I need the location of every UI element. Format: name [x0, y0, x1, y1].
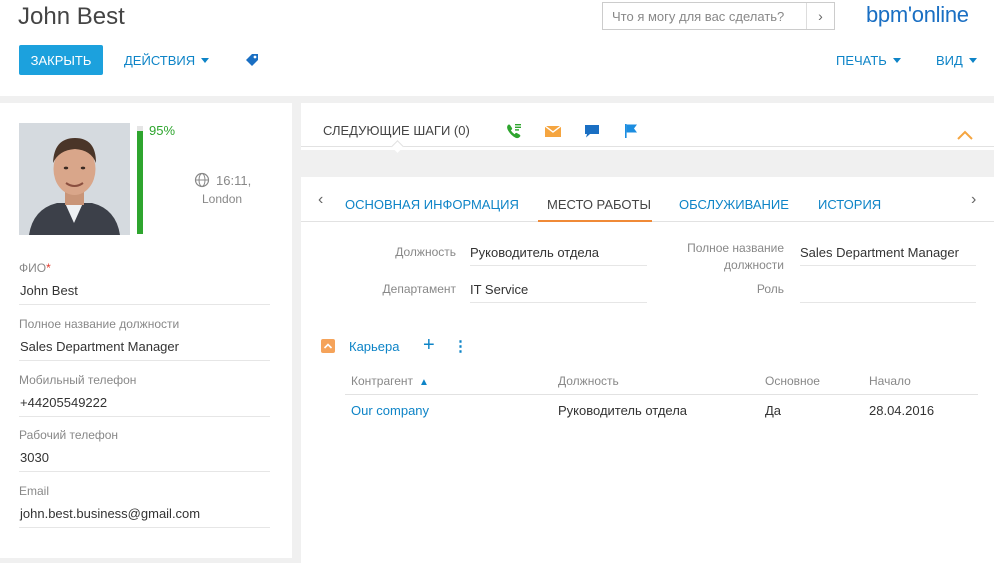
- chat-icon[interactable]: [583, 122, 601, 140]
- actions-label: ДЕЙСТВИЯ: [124, 52, 196, 68]
- caret-down-icon: [968, 57, 977, 63]
- caret-down-icon: [201, 57, 210, 63]
- tab-history[interactable]: ИСТОРИЯ: [818, 197, 881, 212]
- email-label: Email: [19, 484, 50, 498]
- column-header-position[interactable]: Должность: [558, 374, 619, 388]
- divider: [301, 146, 994, 147]
- full-title-label: Полное название должности: [656, 241, 784, 272]
- print-button[interactable]: ПЕЧАТЬ: [836, 45, 901, 75]
- full-name-field[interactable]: ФИО* John Best: [19, 261, 270, 305]
- next-steps-panel: СЛЕДУЮЩИЕ ШАГИ (0): [301, 103, 994, 170]
- profile-completeness-label[interactable]: 95%: [149, 123, 175, 138]
- job-title-label: Полное название должности: [19, 317, 180, 331]
- email-field[interactable]: Email john.best.business@gmail.com: [19, 484, 270, 528]
- work-phone-label: Рабочий телефон: [19, 428, 119, 442]
- search-placeholder: Что я могу для вас сделать?: [612, 8, 785, 24]
- more-vertical-icon[interactable]: ⋮: [453, 337, 468, 355]
- career-grid-header: Контрагент ▲ Должность Основное Начало: [345, 373, 978, 395]
- view-button[interactable]: ВИД: [936, 45, 977, 75]
- sort-ascending-icon: ▲: [419, 377, 429, 388]
- tab-service[interactable]: ОБСЛУЖИВАНИЕ: [679, 197, 789, 212]
- flag-icon[interactable]: [622, 122, 640, 140]
- full-name-value[interactable]: John Best: [19, 283, 270, 305]
- department-value[interactable]: IT Service: [470, 282, 647, 303]
- next-steps-title[interactable]: СЛЕДУЮЩИЕ ШАГИ (0): [323, 123, 470, 138]
- full-title-label-line2: должности: [724, 258, 784, 272]
- role-value[interactable]: [800, 282, 976, 303]
- call-icon[interactable]: [505, 122, 523, 140]
- local-time: 16:11,: [216, 173, 252, 188]
- required-mark: *: [46, 261, 51, 275]
- view-label: ВИД: [936, 52, 963, 68]
- tab-workplace[interactable]: МЕСТО РАБОТЫ: [547, 197, 651, 212]
- caret-down-icon: [892, 57, 901, 63]
- tabs-panel: ‹ ОСНОВНАЯ ИНФОРМАЦИЯ МЕСТО РАБОТЫ ОБСЛУ…: [301, 177, 994, 563]
- mobile-phone-value[interactable]: +44205549222: [19, 395, 270, 417]
- career-start-cell: 28.04.2016: [869, 403, 935, 418]
- role-label: Роль: [756, 282, 784, 296]
- tab-bar: ‹ ОСНОВНАЯ ИНФОРМАЦИЯ МЕСТО РАБОТЫ ОБСЛУ…: [301, 177, 994, 222]
- full-title-label-line1: Полное название: [687, 241, 784, 255]
- page-title: John Best: [18, 3, 125, 30]
- full-name-label: ФИО*: [19, 261, 51, 275]
- contact-profile-panel: 95% 16:11, London ФИО* John Best Полное …: [0, 103, 292, 558]
- chevron-right-icon[interactable]: ›: [806, 3, 834, 29]
- mobile-phone-label: Мобильный телефон: [19, 373, 137, 387]
- profile-completeness-fill: [137, 131, 143, 234]
- tag-icon[interactable]: [244, 52, 260, 68]
- logo: bpm'online: [866, 2, 969, 27]
- chevron-up-icon[interactable]: [956, 129, 974, 141]
- career-primary-cell: Да: [765, 403, 782, 418]
- actions-button[interactable]: ДЕЙСТВИЯ: [124, 45, 210, 75]
- job-title-field[interactable]: Полное название должности Sales Departme…: [19, 317, 270, 361]
- add-icon[interactable]: +: [423, 334, 435, 357]
- close-button[interactable]: ЗАКРЫТЬ: [19, 45, 103, 75]
- chevron-right-icon[interactable]: ›: [971, 191, 976, 209]
- search-input[interactable]: Что я могу для вас сделать? ›: [602, 2, 835, 30]
- column-header-start[interactable]: Начало: [869, 374, 911, 388]
- email-value[interactable]: john.best.business@gmail.com: [19, 506, 270, 528]
- profile-completeness-bar: [137, 126, 143, 234]
- career-position-cell: Руководитель отдела: [558, 403, 688, 418]
- column-header-account[interactable]: Контрагент ▲: [351, 374, 429, 388]
- email-icon[interactable]: [544, 122, 562, 140]
- column-header-primary[interactable]: Основное: [765, 374, 820, 388]
- career-collapse-toggle[interactable]: [321, 339, 335, 353]
- globe-icon: [194, 172, 210, 188]
- chevron-left-icon[interactable]: ‹: [318, 191, 323, 209]
- contact-photo[interactable]: [19, 123, 130, 235]
- mobile-phone-field[interactable]: Мобильный телефон +44205549222: [19, 373, 270, 417]
- work-phone-field[interactable]: Рабочий телефон 3030: [19, 428, 270, 472]
- work-phone-value[interactable]: 3030: [19, 450, 270, 472]
- next-steps-strip: [301, 150, 994, 170]
- page-header: John Best Что я могу для вас сделать? › …: [0, 0, 994, 96]
- career-section-title[interactable]: Карьера: [349, 339, 400, 354]
- avatar-image: [19, 123, 130, 235]
- active-tab-indicator: [538, 220, 652, 222]
- job-title-value[interactable]: Sales Department Manager: [19, 339, 270, 361]
- full-title-value[interactable]: Sales Department Manager: [800, 245, 976, 266]
- print-label: ПЕЧАТЬ: [836, 52, 887, 68]
- position-label: Должность: [395, 245, 456, 259]
- position-value[interactable]: Руководитель отдела: [470, 245, 647, 266]
- local-city: London: [202, 192, 243, 206]
- career-account-link[interactable]: Our company: [351, 403, 429, 418]
- tab-main-info[interactable]: ОСНОВНАЯ ИНФОРМАЦИЯ: [345, 197, 519, 212]
- department-label: Департамент: [382, 282, 456, 296]
- chevron-up-icon: [323, 343, 333, 349]
